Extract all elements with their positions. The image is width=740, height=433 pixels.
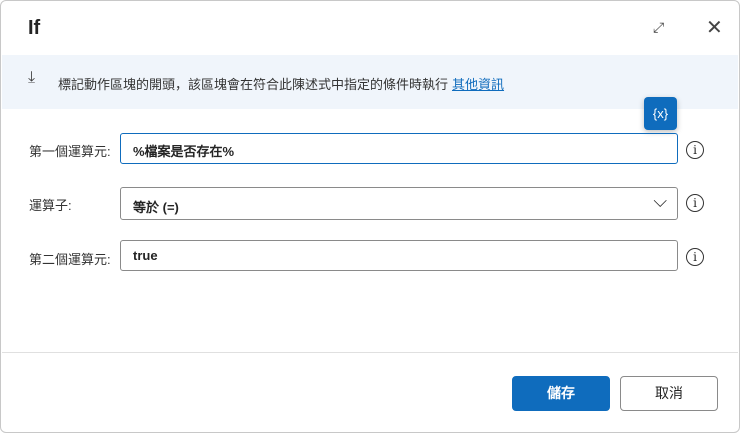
more-info-link[interactable]: 其他資訊 — [452, 77, 504, 92]
info-icon[interactable]: i — [686, 141, 704, 159]
operator-value: 等於 (=) — [133, 200, 179, 215]
operator-label: 運算子: — [29, 198, 72, 213]
second-operand-input[interactable]: true — [120, 240, 678, 271]
footer-divider — [2, 352, 738, 353]
first-operand-label: 第一個運算元: — [29, 144, 111, 159]
dialog-title: If — [28, 17, 41, 39]
expand-icon[interactable]: ⤢ — [653, 19, 664, 36]
info-icon[interactable]: i — [686, 194, 704, 212]
variable-button[interactable]: {x} — [644, 97, 677, 130]
second-operand-label: 第二個運算元: — [29, 252, 111, 267]
branch-icon: ⤓ — [28, 69, 36, 86]
info-banner: ⤓ 標記動作區塊的開頭，該區塊會在符合此陳述式中指定的條件時執行 其他資訊 — [2, 55, 738, 109]
first-operand-input[interactable]: %檔案是否存在% — [120, 133, 678, 164]
close-icon[interactable]: ✕ — [706, 15, 723, 40]
operator-select[interactable]: 等於 (=) ⌵ — [120, 187, 678, 220]
if-dialog: If ⤢ ✕ ⤓ 標記動作區塊的開頭，該區塊會在符合此陳述式中指定的條件時執行其… — [0, 0, 740, 433]
banner-text: 標記動作區塊的開頭，該區塊會在符合此陳述式中指定的條件時執行 — [58, 77, 449, 92]
chevron-down-icon: ⌵ — [653, 191, 667, 211]
cancel-button[interactable]: 取消 — [620, 376, 718, 411]
save-button[interactable]: 儲存 — [512, 376, 610, 411]
info-icon[interactable]: i — [686, 248, 704, 266]
